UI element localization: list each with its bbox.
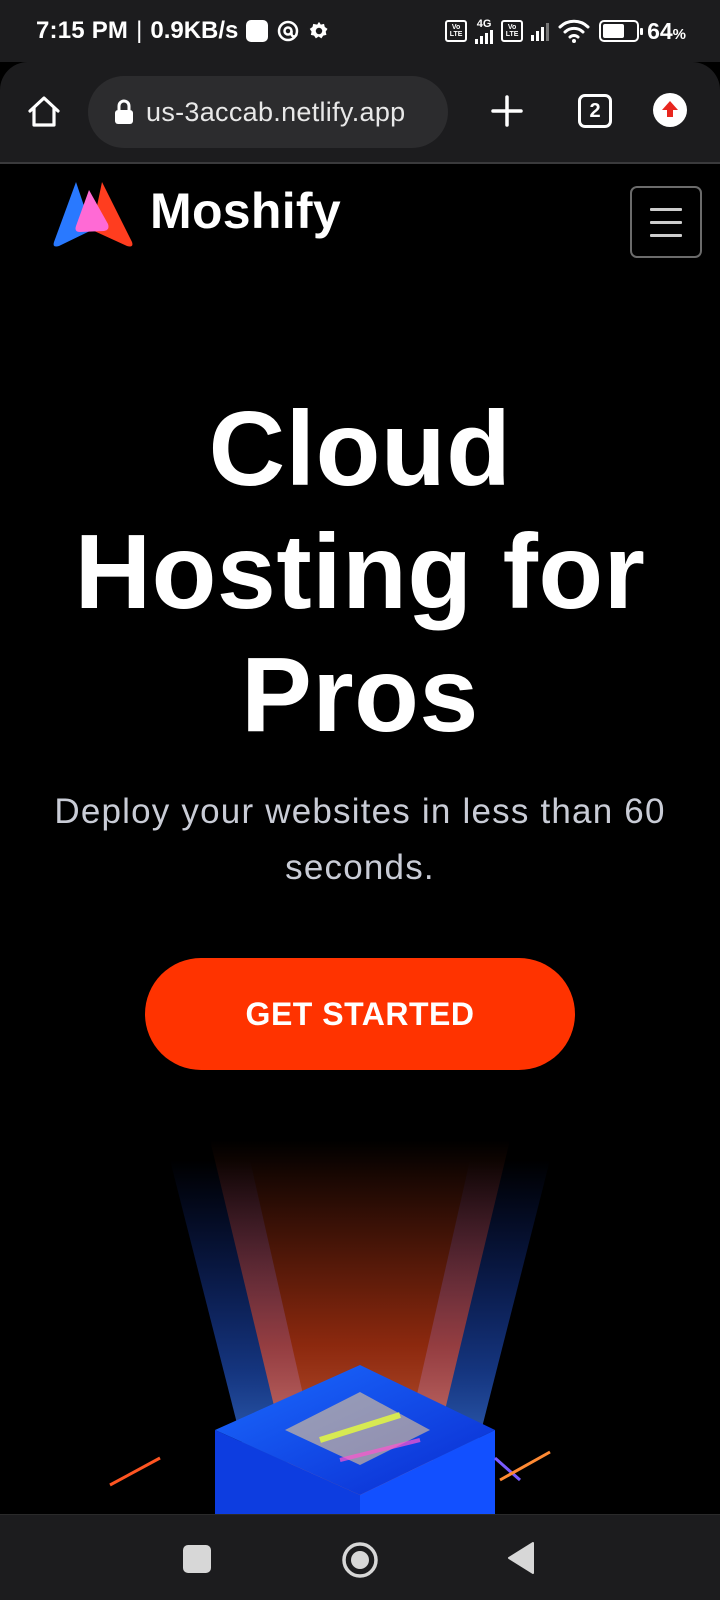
menu-line-icon [650,220,682,224]
square-icon[interactable] [183,1545,211,1573]
address-bar[interactable]: us-3accab.netlify.app [88,76,448,148]
url-text: us-3accab.netlify.app [146,96,406,127]
volte-icon-2: Vo LTE [501,20,524,42]
menu-line-icon [650,207,682,211]
get-started-button[interactable]: GET STARTED [145,958,575,1070]
site-header: Moshify [0,164,720,264]
triangle-back-icon[interactable] [506,1540,536,1576]
notification-app-icon [276,19,300,43]
settings-gear-icon [308,20,330,42]
hero-subtitle: Deploy your websites in less than 60 sec… [54,792,666,887]
browser-toolbar: us-3accab.netlify.app 2 [0,62,720,164]
volte-top-label: Vo [451,24,461,31]
volte-top-label-2: Vo [507,24,517,31]
notification-square-icon [246,20,269,42]
circle-icon[interactable] [341,1541,379,1579]
server-cube-illustration [109,1140,551,1514]
hero-illustration [0,1140,720,1514]
volte-bottom-label: LTE [449,31,463,38]
hero-title-line-2: Hosting for [74,513,646,631]
signal-bars-icon [475,29,494,44]
status-separator: | [136,17,143,44]
battery-percent-unit: % [672,25,686,43]
battery-icon [599,20,644,42]
brand-name[interactable]: Moshify [150,182,341,240]
system-navigation-bar [0,1514,720,1600]
status-time: 7:15 PM [36,17,129,44]
status-network-speed: 0.9KB/s [150,17,239,44]
moshify-logo-icon[interactable] [52,180,134,248]
status-bar-left: 7:15 PM | 0.9KB/s [36,17,330,45]
signal-bars-icon-2 [531,21,550,41]
plus-icon[interactable] [488,92,526,130]
hero-title-line-3: Pros [241,636,479,754]
tab-count: 2 [589,99,601,122]
home-icon[interactable] [24,92,64,132]
lock-icon [112,98,136,126]
status-bar: 7:15 PM | 0.9KB/s Vo LTE 4G Vo LTE 64% [0,0,720,62]
network-type-label: 4G [476,17,492,30]
tab-switcher-button[interactable]: 2 [578,94,612,128]
wifi-icon [557,18,591,44]
status-bar-right: Vo LTE 4G Vo LTE 64% [445,18,686,45]
hero-title-line-1: Cloud [208,390,512,508]
volte-bottom-label-2: LTE [505,31,519,38]
hamburger-menu-button[interactable] [630,186,702,258]
menu-line-icon [650,233,682,237]
volte-icon: Vo LTE [445,20,468,42]
signal-4g-group: 4G [475,17,494,44]
update-arrow-icon[interactable] [652,92,687,127]
hero-title: Cloud Hosting for Pros [0,388,720,757]
battery-percent: 64% [647,18,686,45]
battery-percent-value: 64 [647,17,673,44]
